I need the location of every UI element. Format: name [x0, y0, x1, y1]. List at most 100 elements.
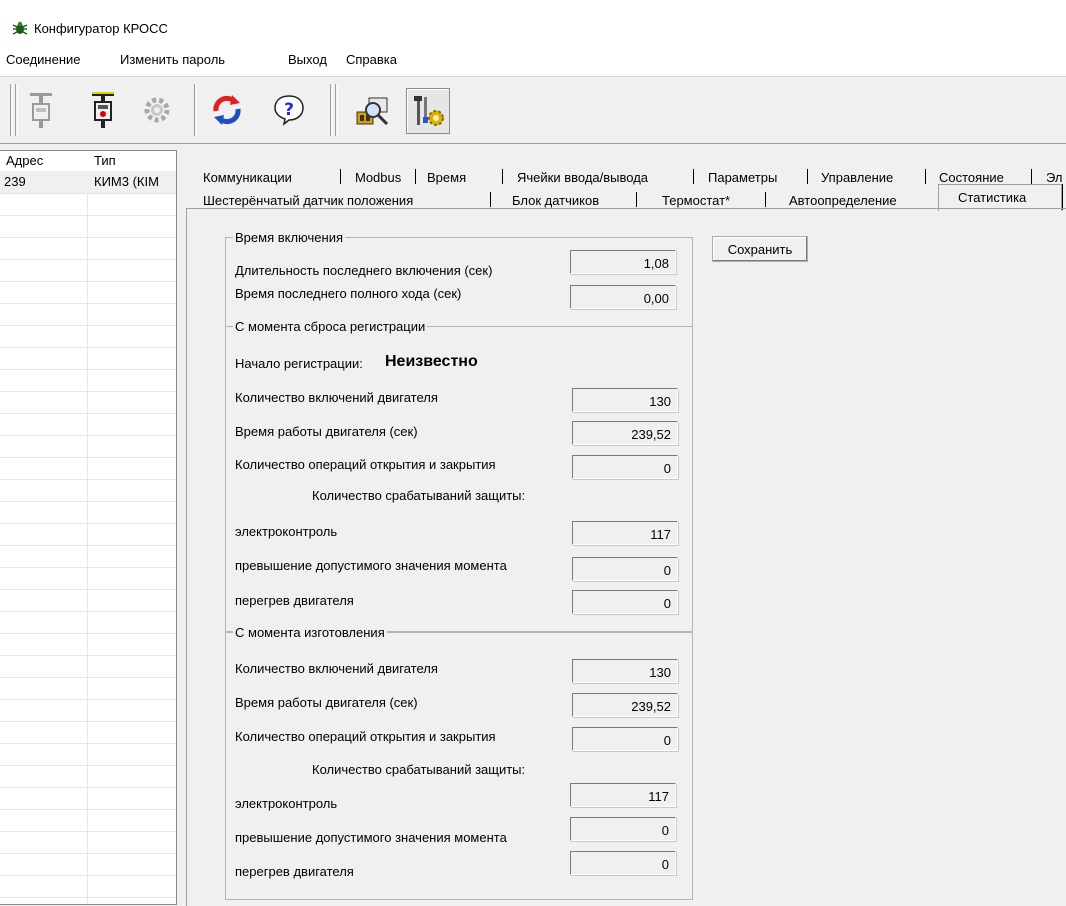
tab-divider	[1062, 184, 1063, 210]
menu-exit[interactable]: Выход	[288, 52, 327, 67]
column-header-address[interactable]: Адрес	[6, 153, 43, 168]
tab-modbus[interactable]: Modbus	[355, 170, 401, 185]
help-icon: ?	[274, 95, 304, 126]
device-list[interactable]: Адрес Тип 239 КИМ3 (КІМ	[0, 150, 177, 905]
list-empty-row	[0, 435, 176, 458]
toolbar-separator	[335, 84, 338, 136]
list-empty-row	[0, 479, 176, 502]
device-list-header: Адрес Тип	[0, 151, 176, 172]
mfg-electrocontrol-field[interactable]: 117	[570, 783, 676, 807]
device-address: 239	[4, 174, 26, 189]
tools-icon	[414, 96, 444, 126]
mfg-motor-starts-field[interactable]: 130	[572, 659, 678, 683]
toolbar-separator	[330, 84, 333, 136]
reset-overheat-label: перегрев двигателя	[235, 593, 354, 608]
window-title: Конфигуратор КРОСС	[34, 21, 168, 36]
tab-parameters[interactable]: Параметры	[708, 170, 777, 185]
mfg-open-close-field[interactable]: 0	[572, 727, 678, 751]
help-button[interactable]: ?	[268, 88, 310, 132]
mfg-motor-runtime-field[interactable]: 239,52	[572, 693, 678, 717]
tab-el[interactable]: Эл	[1046, 170, 1063, 185]
registration-start-value: Неизвестно	[385, 353, 478, 370]
list-empty-row	[0, 347, 176, 370]
reset-overheat-field[interactable]: 0	[572, 590, 678, 614]
reset-torque-field[interactable]: 0	[572, 557, 678, 581]
list-empty-row	[0, 501, 176, 524]
last-full-stroke-field[interactable]: 0,00	[570, 285, 676, 309]
connect-device-icon	[30, 93, 52, 128]
tab-divider	[925, 169, 926, 184]
reset-electrocontrol-field[interactable]: 117	[572, 521, 678, 545]
list-empty-row	[0, 633, 176, 656]
list-empty-row	[0, 699, 176, 722]
reset-electrocontrol-label: электроконтроль	[235, 524, 338, 539]
tab-sensor-block[interactable]: Блок датчиков	[512, 193, 599, 208]
tab-divider	[807, 169, 808, 184]
reset-open-close-label: Количество операций открытия и закрытия	[235, 457, 496, 472]
disconnect-device-icon	[92, 92, 114, 128]
list-empty-row	[0, 875, 176, 898]
last-on-duration-field[interactable]: 1,08	[570, 250, 676, 274]
list-empty-row	[0, 677, 176, 700]
list-empty-row	[0, 457, 176, 480]
mfg-motor-starts-label: Количество включений двигателя	[235, 661, 438, 676]
list-empty-row	[0, 237, 176, 260]
list-empty-row	[0, 831, 176, 854]
list-empty-row	[0, 743, 176, 766]
tab-time[interactable]: Время	[427, 170, 466, 185]
refresh-button[interactable]	[206, 88, 248, 132]
mfg-electrocontrol-label: электроконтроль	[235, 796, 338, 811]
mfg-overheat-label: перегрев двигателя	[235, 864, 354, 879]
tab-divider	[415, 169, 416, 184]
tab-divider	[502, 169, 503, 184]
menu-help[interactable]: Справка	[346, 52, 397, 67]
registration-start-label: Начало регистрации:	[235, 356, 363, 371]
mfg-torque-label: превышение допустимого значения момента	[235, 830, 507, 845]
disconnect-button[interactable]	[82, 88, 124, 132]
menu-connection[interactable]: Соединение	[6, 52, 81, 67]
column-header-type[interactable]: Тип	[94, 153, 116, 168]
connect-button[interactable]	[20, 88, 62, 132]
list-item[interactable]: 239 КИМ3 (КІМ	[0, 171, 176, 194]
search-devices-icon	[356, 97, 389, 126]
toolbar-separator	[10, 84, 13, 136]
list-empty-row	[0, 655, 176, 678]
settings-button[interactable]	[136, 88, 178, 132]
since-reset-group-title: С момента сброса регистрации	[233, 319, 428, 334]
refresh-icon	[213, 95, 241, 125]
tab-statistics[interactable]: Статистика	[958, 190, 1026, 205]
tab-io-cells[interactable]: Ячейки ввода/вывода	[517, 170, 648, 185]
since-manufacture-group-title: С момента изготовления	[233, 625, 387, 640]
tab-divider	[340, 169, 341, 184]
list-empty-row	[0, 611, 176, 634]
tab-gear-position-sensor[interactable]: Шестерёнчатый датчик положения	[203, 193, 413, 208]
svg-text:?: ?	[284, 100, 294, 120]
reset-motor-runtime-label: Время работы двигателя (сек)	[235, 424, 418, 439]
save-button[interactable]: Сохранить	[712, 236, 808, 262]
reset-open-close-field[interactable]: 0	[572, 455, 678, 479]
list-empty-row	[0, 897, 176, 904]
mfg-torque-field[interactable]: 0	[570, 817, 676, 841]
settings-gear-icon	[144, 97, 170, 123]
reset-motor-starts-field[interactable]: 130	[572, 388, 678, 412]
mfg-protection-title: Количество срабатываний защиты:	[312, 762, 526, 777]
tab-thermostat[interactable]: Термостат*	[662, 193, 730, 208]
reset-protection-title: Количество срабатываний защиты:	[312, 488, 526, 503]
reset-motor-runtime-field[interactable]: 239,52	[572, 421, 678, 445]
device-type: КИМ3 (КІМ	[94, 174, 159, 189]
search-devices-button[interactable]	[352, 88, 394, 132]
tab-control[interactable]: Управление	[821, 170, 893, 185]
menu-change-password[interactable]: Изменить пароль	[120, 52, 225, 67]
mfg-overheat-field[interactable]: 0	[570, 851, 676, 875]
mfg-open-close-label: Количество операций открытия и закрытия	[235, 729, 496, 744]
tab-autodetect[interactable]: Автоопределение	[789, 193, 897, 208]
tools-button[interactable]	[406, 88, 450, 134]
tab-state[interactable]: Состояние	[939, 170, 1004, 185]
list-empty-row	[0, 413, 176, 436]
list-empty-row	[0, 787, 176, 810]
power-on-group-title: Время включения	[233, 230, 345, 245]
list-empty-row	[0, 193, 176, 216]
list-empty-row	[0, 545, 176, 568]
last-full-stroke-label: Время последнего полного хода (сек)	[235, 286, 462, 301]
tab-communications[interactable]: Коммуникации	[203, 170, 292, 185]
